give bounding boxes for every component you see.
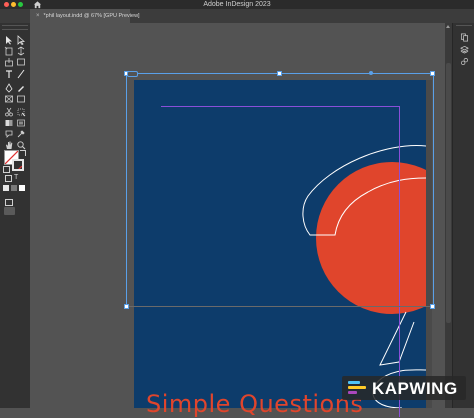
layers-icon[interactable] [460, 45, 469, 54]
selection-frame-bottom [126, 306, 432, 307]
stroke-swatch[interactable] [12, 159, 24, 171]
apply-none-icon[interactable] [19, 185, 25, 191]
title-bar: Adobe InDesign 2023 [0, 0, 474, 9]
rectangle-tool-icon[interactable] [16, 94, 26, 104]
window-title: Adobe InDesign 2023 [203, 1, 271, 8]
pencil-tool-icon[interactable] [16, 83, 26, 93]
rectangle-frame-tool-icon[interactable] [4, 94, 14, 104]
apply-color-icon[interactable] [3, 185, 9, 191]
screen-mode-icon[interactable] [5, 199, 13, 206]
gradient-feather-tool-icon[interactable] [16, 118, 26, 128]
document-tab[interactable]: × *phil layout.indd @ 67% [GPU Preview] [30, 9, 140, 23]
headline-text[interactable]: Simple Questions [146, 390, 363, 418]
type-tool-icon[interactable] [4, 69, 14, 79]
note-tool-icon[interactable] [4, 129, 14, 139]
selection-tool-icon[interactable] [4, 35, 14, 45]
selection-handle-top-center[interactable] [277, 71, 282, 76]
screen-mode-button[interactable] [4, 207, 15, 215]
hand-tool-icon[interactable] [4, 140, 14, 150]
kapwing-logo-icon [348, 381, 366, 394]
selection-handle-bottom-left[interactable] [124, 304, 129, 309]
content-collector-tool-icon[interactable] [4, 57, 14, 67]
content-grabber[interactable] [369, 71, 373, 75]
vertical-scrollbar[interactable] [445, 23, 452, 408]
direct-selection-tool-icon[interactable] [16, 35, 26, 45]
panel-dock [452, 23, 474, 408]
gradient-swatch-tool-icon[interactable] [4, 118, 14, 128]
gap-tool-icon[interactable] [16, 46, 26, 56]
pen-tool-icon[interactable] [4, 83, 14, 93]
scrollbar-up-arrow[interactable] [446, 25, 450, 28]
apply-gradient-icon[interactable] [11, 185, 17, 191]
scissors-tool-icon[interactable] [4, 107, 14, 117]
selection-handle-top-right[interactable] [430, 71, 435, 76]
close-tab-icon[interactable]: × [36, 13, 40, 19]
frame-label-icon[interactable] [127, 71, 138, 77]
content-placer-tool-icon[interactable] [16, 57, 26, 67]
tools-panel: T [0, 23, 31, 408]
panel-dock-grip[interactable] [456, 25, 472, 28]
free-transform-tool-icon[interactable] [16, 107, 26, 117]
links-icon[interactable] [460, 57, 469, 66]
line-tool-icon[interactable] [16, 69, 26, 79]
page-tool-icon[interactable] [4, 46, 14, 56]
document-tab-label: *phil layout.indd @ 67% [GPU Preview] [43, 13, 140, 19]
eyedropper-tool-icon[interactable] [16, 129, 26, 139]
selection-handle-bottom-right[interactable] [430, 304, 435, 309]
pages-icon[interactable] [460, 33, 469, 42]
tools-panel-grip[interactable] [2, 25, 28, 30]
scrollbar-thumb[interactable] [446, 63, 451, 323]
formatting-affects-text-icon[interactable]: T [14, 174, 22, 182]
swap-fill-stroke-icon[interactable] [20, 150, 26, 156]
selection-frame[interactable] [126, 73, 434, 307]
formatting-affects-container-icon[interactable] [5, 175, 12, 182]
kapwing-watermark: KAPWING [342, 376, 466, 400]
zoom-tool-icon[interactable] [16, 140, 26, 150]
default-fill-stroke-icon[interactable] [3, 166, 10, 173]
watermark-text: KAPWING [372, 379, 458, 398]
tab-bar: × *phil layout.indd @ 67% [GPU Preview] [0, 9, 474, 24]
